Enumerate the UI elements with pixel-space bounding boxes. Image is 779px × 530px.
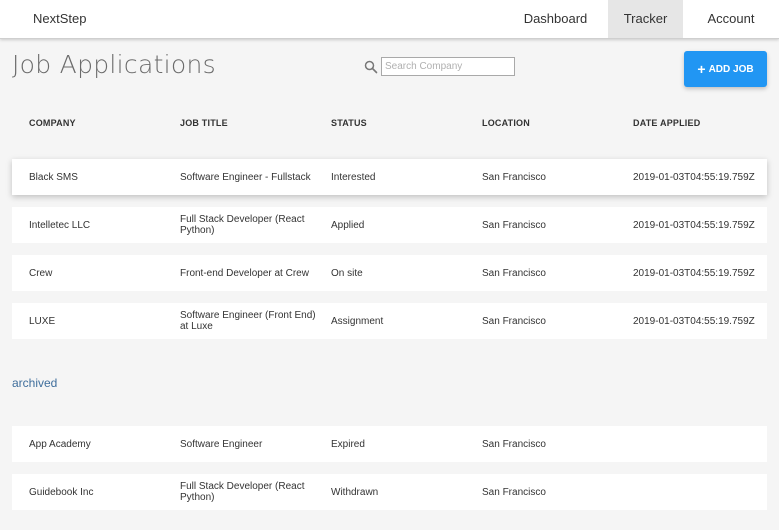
cell-location: San Francisco (482, 486, 546, 498)
archived-row[interactable]: Guidebook Inc Full Stack Developer (Reac… (12, 474, 767, 510)
cell-status: Applied (331, 219, 365, 231)
search-icon (364, 60, 378, 73)
cell-status: Interested (331, 171, 376, 183)
plus-icon: + (697, 61, 706, 77)
table-row[interactable]: Black SMS Software Engineer - Fullstack … (12, 159, 767, 195)
brand-logo[interactable]: NextStep (33, 0, 86, 38)
header-company[interactable]: COMPANY (29, 118, 174, 128)
cell-job-title: Software Engineer (180, 438, 263, 450)
cell-job-title: Front-end Developer at Crew (180, 267, 309, 279)
cell-location: San Francisco (482, 315, 546, 327)
header-status[interactable]: STATUS (331, 118, 471, 128)
archived-row[interactable]: App Academy Software Engineer Expired Sa… (12, 426, 767, 462)
cell-date: 2019-01-03T04:55:19.759Z (633, 315, 755, 327)
cell-location: San Francisco (482, 438, 546, 450)
cell-company: Crew (29, 267, 53, 279)
cell-status: Assignment (331, 315, 384, 327)
cell-location: San Francisco (482, 171, 546, 183)
cell-status: Expired (331, 438, 365, 450)
table-header: COMPANY JOB TITLE STATUS LOCATION DATE A… (12, 112, 767, 134)
cell-company: App Academy (29, 438, 91, 450)
cell-location: San Francisco (482, 267, 546, 279)
header-date-applied[interactable]: DATE APPLIED (633, 118, 767, 128)
header-job-title[interactable]: JOB TITLE (180, 118, 320, 128)
cell-company: LUXE (29, 315, 56, 327)
cell-company: Guidebook Inc (29, 486, 94, 498)
nav-account[interactable]: Account (683, 0, 779, 38)
table-row[interactable]: Intelletec LLC Full Stack Developer (Rea… (12, 207, 767, 243)
header-location[interactable]: LOCATION (482, 118, 622, 128)
table-row[interactable]: LUXE Software Engineer (Front End) at Lu… (12, 303, 767, 339)
search-input[interactable] (381, 57, 515, 76)
table-row[interactable]: Crew Front-end Developer at Crew On site… (12, 255, 767, 291)
cell-job-title: Software Engineer - Fullstack (180, 171, 311, 183)
top-navbar: NextStep Dashboard Tracker Account (0, 0, 779, 39)
cell-company: Intelletec LLC (29, 219, 91, 231)
cell-date: 2019-01-03T04:55:19.759Z (633, 267, 755, 279)
cell-job-title: Software Engineer (Front End) at Luxe (180, 310, 316, 332)
cell-job-title: Full Stack Developer (React Python) (180, 481, 305, 503)
cell-date: 2019-01-03T04:55:19.759Z (633, 171, 755, 183)
nav-tracker[interactable]: Tracker (608, 0, 683, 38)
main-nav: Dashboard Tracker Account (503, 0, 779, 38)
cell-date: 2019-01-03T04:55:19.759Z (633, 219, 755, 231)
archived-section-label[interactable]: archived (12, 376, 57, 390)
cell-status: On site (331, 267, 363, 279)
page-title: Job Applications (12, 50, 216, 79)
cell-company: Black SMS (29, 171, 78, 183)
cell-job-title: Full Stack Developer (React Python) (180, 214, 305, 236)
add-job-button[interactable]: + ADD JOB (684, 51, 767, 87)
cell-status: Withdrawn (331, 486, 379, 498)
add-job-label: ADD JOB (708, 63, 754, 75)
search-bar (364, 57, 515, 76)
cell-location: San Francisco (482, 219, 546, 231)
nav-dashboard[interactable]: Dashboard (503, 0, 608, 38)
